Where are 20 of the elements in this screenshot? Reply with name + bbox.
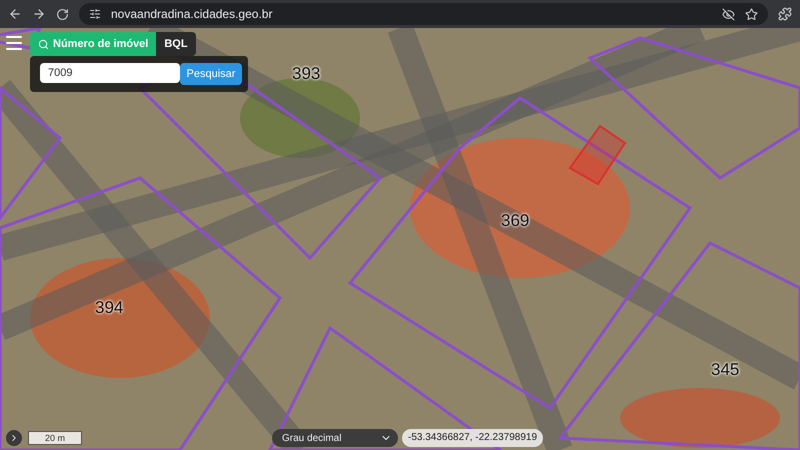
address-bar[interactable]: novaandradina.cidades.geo.br	[79, 3, 768, 25]
search-mode-tab[interactable]: BQL	[156, 32, 196, 56]
reload-icon[interactable]	[56, 8, 69, 20]
bookmark-star-icon[interactable]	[745, 8, 758, 20]
search-field[interactable]: 7009	[40, 63, 180, 83]
menu-button[interactable]	[6, 36, 22, 50]
forward-icon[interactable]	[32, 7, 46, 21]
site-settings-icon[interactable]	[89, 8, 101, 20]
coordinates-text: -53.34366827, -22.23798919	[402, 429, 544, 447]
scale-bar: 20 m	[28, 431, 82, 445]
block-number: 393	[292, 64, 320, 84]
block-number: 345	[711, 360, 740, 380]
search-icon	[38, 38, 49, 50]
back-icon[interactable]	[8, 7, 22, 21]
extensions-icon[interactable]	[778, 7, 792, 21]
coordinate-format-select[interactable]: Grau decimal	[272, 429, 398, 447]
url-text: novaandradina.cidades.geo.br	[111, 7, 274, 21]
eye-off-icon[interactable]	[722, 8, 735, 20]
block-number: 369	[501, 211, 530, 231]
block-number: 394	[95, 298, 124, 318]
